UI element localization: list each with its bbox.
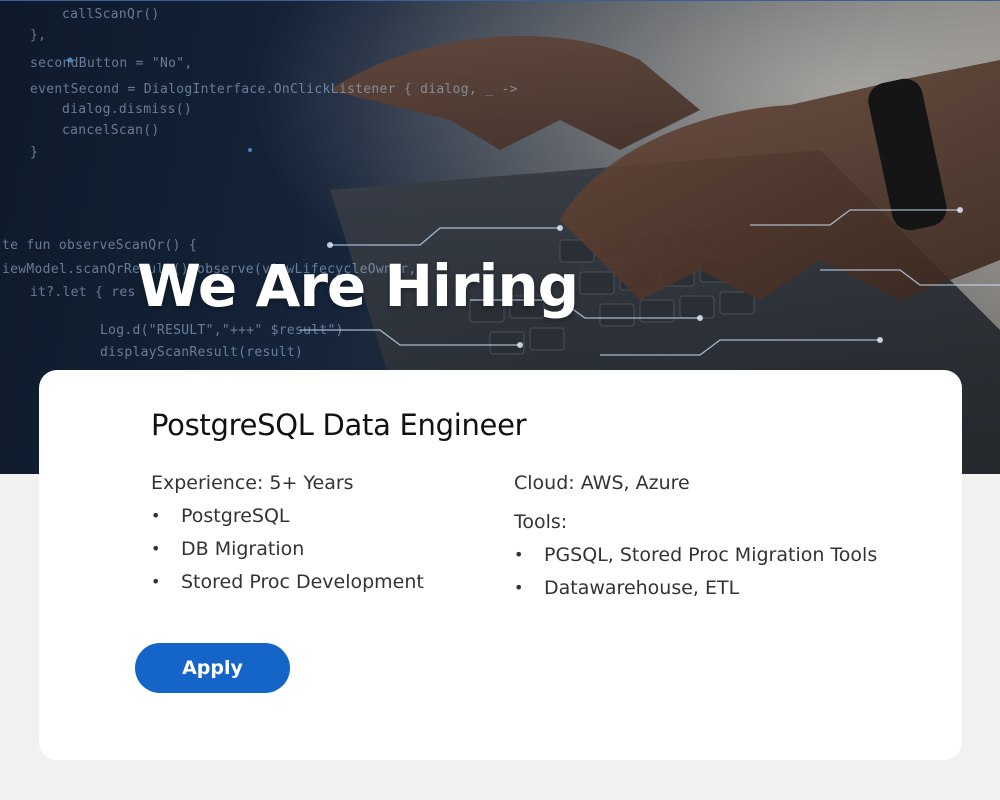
code-line: cancelScan() (62, 123, 160, 138)
bullet-icon: • (514, 578, 524, 597)
requirements-column: Experience: 5+ Years • PostgreSQL • DB Mig… (151, 470, 424, 602)
code-line: Log.d("RESULT","+++" $result") (100, 323, 344, 338)
skills-list: • PostgreSQL • DB Migration • Stored Proc D… (151, 503, 424, 602)
list-item: • PGSQL, Stored Proc Migration Tools (514, 542, 877, 575)
code-line: it?.let { res (30, 285, 136, 300)
bullet-icon: • (151, 506, 161, 525)
apply-button[interactable]: Apply (135, 643, 290, 693)
code-line: displayScanResult(result) (100, 345, 304, 360)
tools-column: Cloud: AWS, Azure Tools: • PGSQL, Stored … (514, 470, 877, 608)
bullet-icon: • (151, 572, 161, 591)
list-item: • Stored Proc Development (151, 569, 424, 602)
job-card: PostgreSQL Data Engineer Experience: 5+ … (39, 370, 962, 760)
skill-label: DB Migration (181, 538, 305, 560)
code-line: secondButton = "No", (30, 56, 193, 71)
code-line: callScanQr() (62, 7, 160, 22)
code-line: eventSecond = DialogInterface.OnClickLis… (30, 82, 518, 97)
tool-label: PGSQL, Stored Proc Migration Tools (544, 544, 878, 566)
bullet-icon: • (514, 545, 524, 564)
experience-text: Experience: 5+ Years (151, 472, 354, 494)
code-line: }, (30, 28, 47, 43)
code-line: te fun observeScanQr() { (2, 238, 198, 253)
cloud-text: Cloud: AWS, Azure (514, 472, 690, 494)
tools-label: Tools: (514, 511, 568, 533)
tools-list: • PGSQL, Stored Proc Migration Tools • Dat… (514, 542, 877, 608)
job-title: PostgreSQL Data Engineer (151, 408, 527, 442)
bullet-icon: • (151, 539, 161, 558)
tool-label: Datawarehouse, ETL (544, 577, 740, 599)
code-line: } (30, 145, 39, 160)
list-item: • Datawarehouse, ETL (514, 575, 877, 608)
hiring-headline: We Are Hiring (137, 252, 579, 320)
list-item: • DB Migration (151, 536, 424, 569)
list-item: • PostgreSQL (151, 503, 424, 536)
code-line: dialog.dismiss() (62, 102, 193, 117)
skill-label: PostgreSQL (181, 505, 290, 527)
skill-label: Stored Proc Development (181, 571, 424, 593)
